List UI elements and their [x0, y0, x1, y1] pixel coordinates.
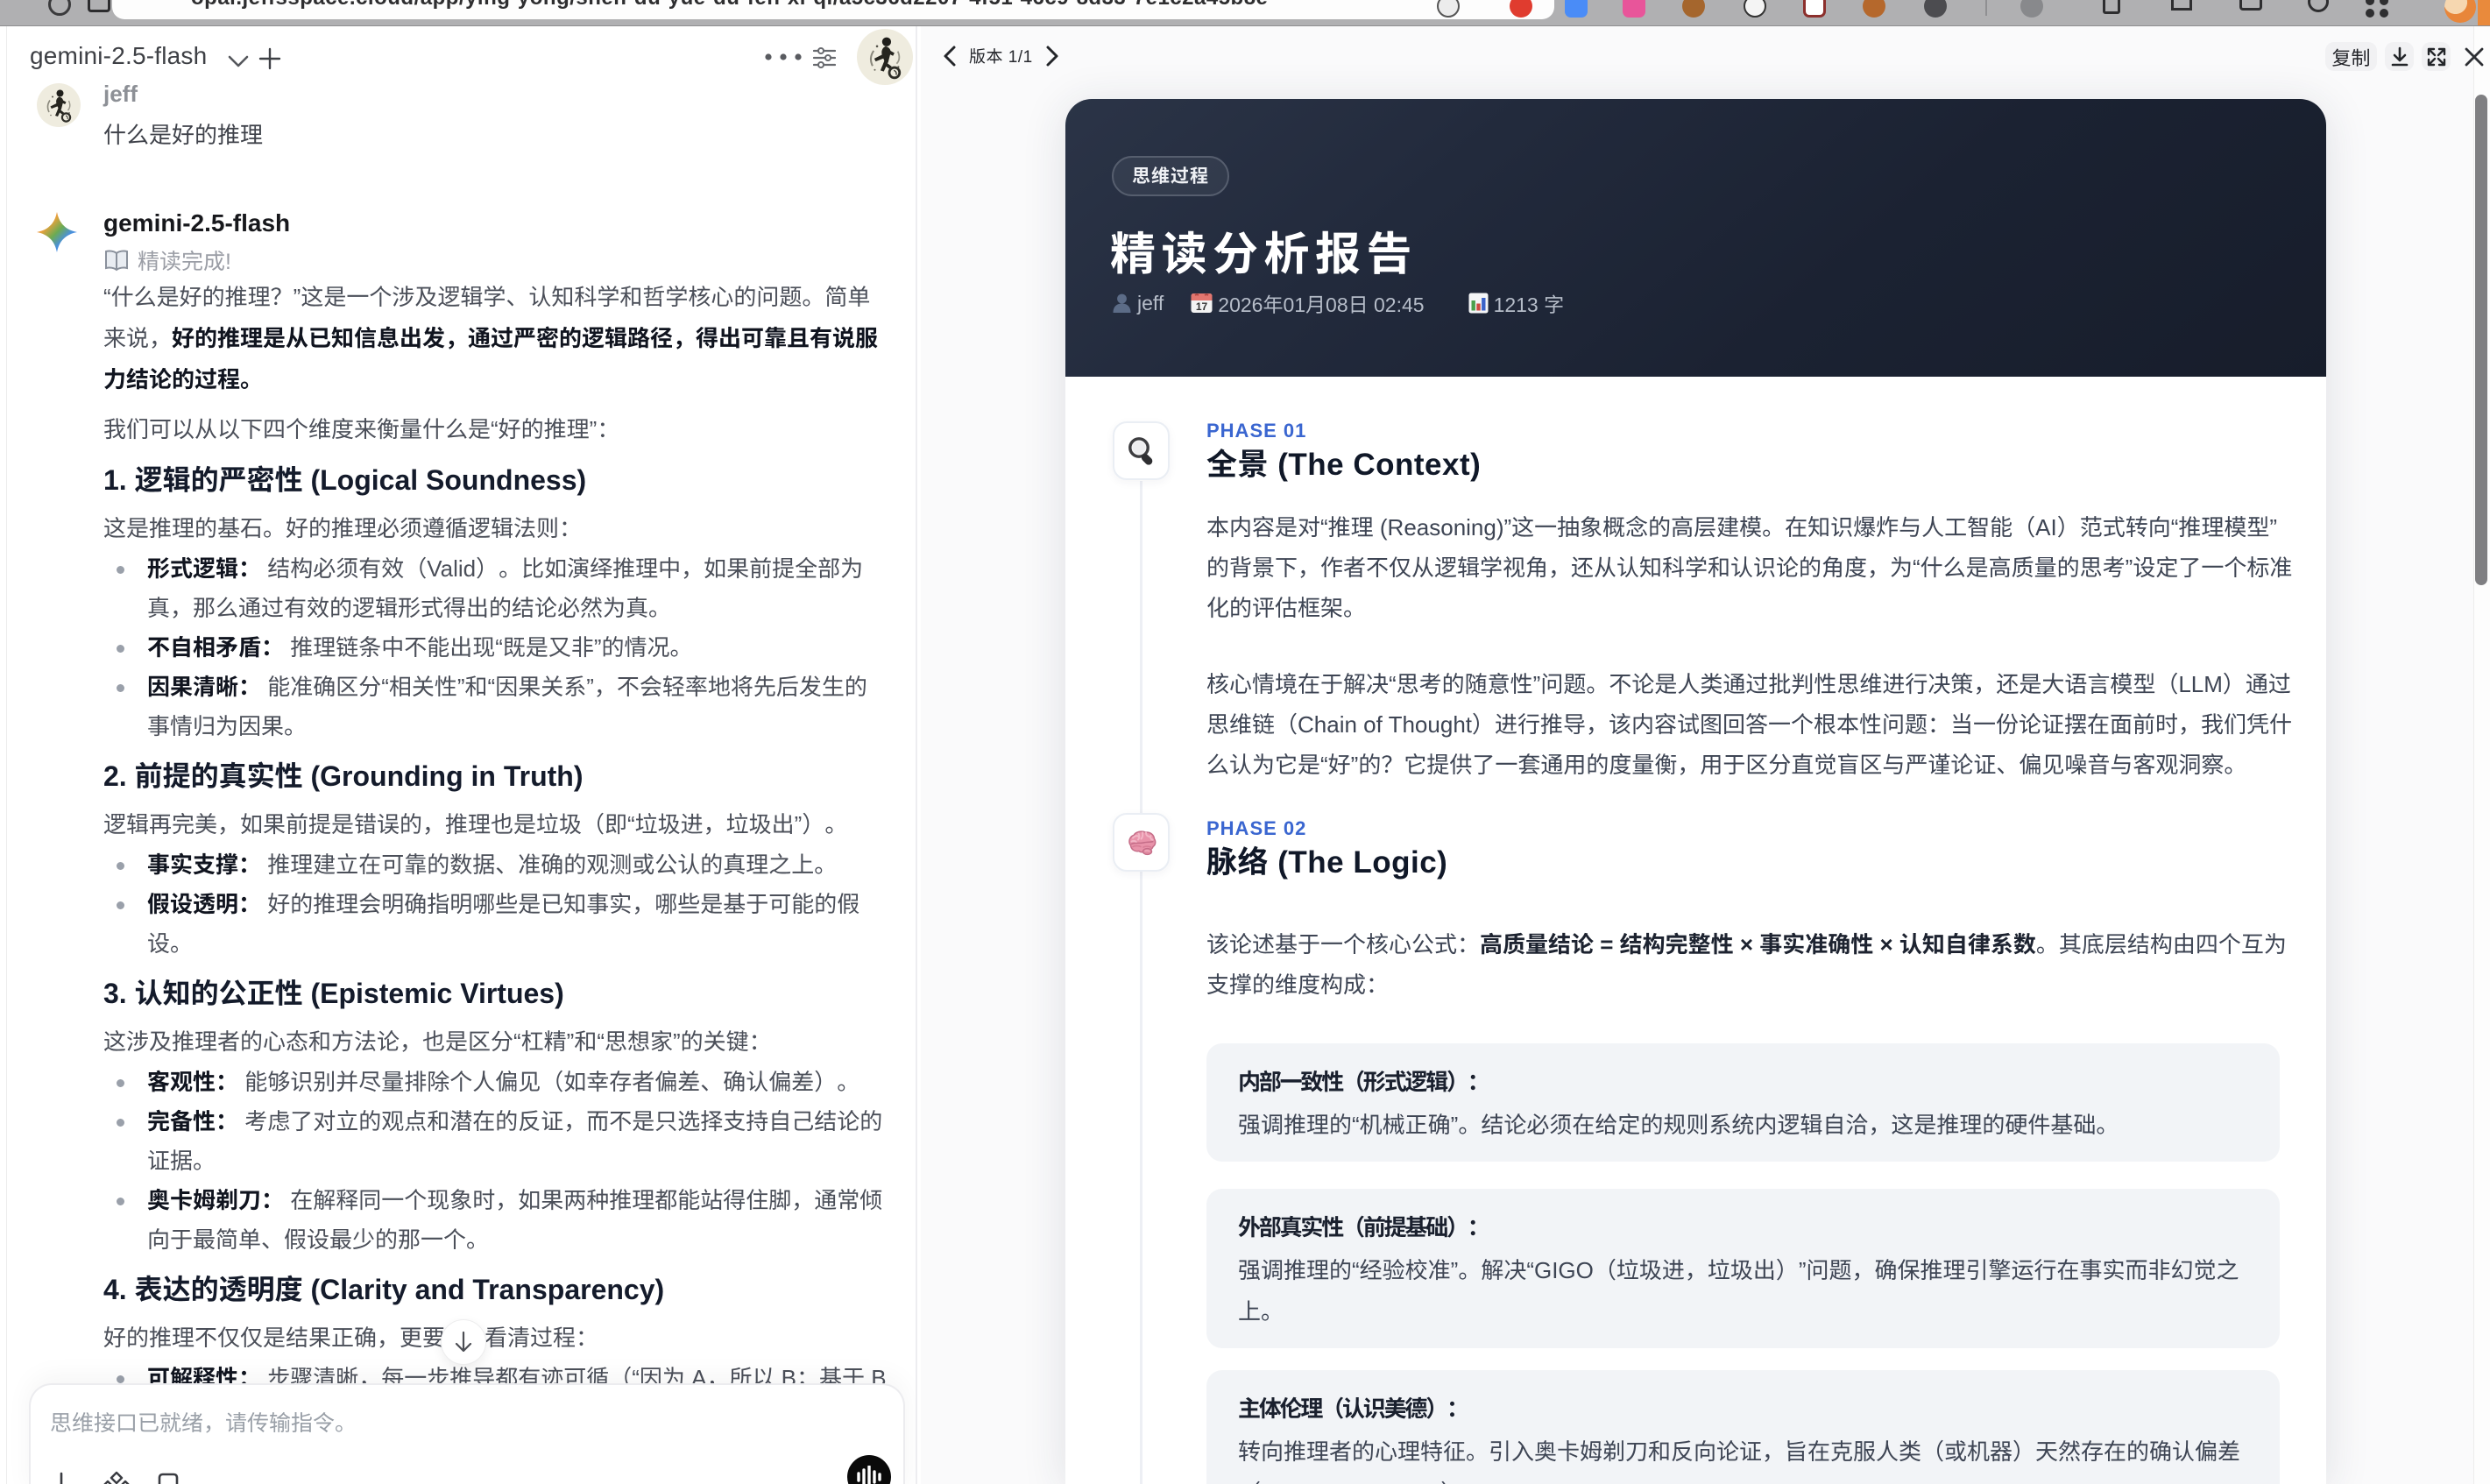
svg-text:17: 17: [1196, 300, 1208, 313]
